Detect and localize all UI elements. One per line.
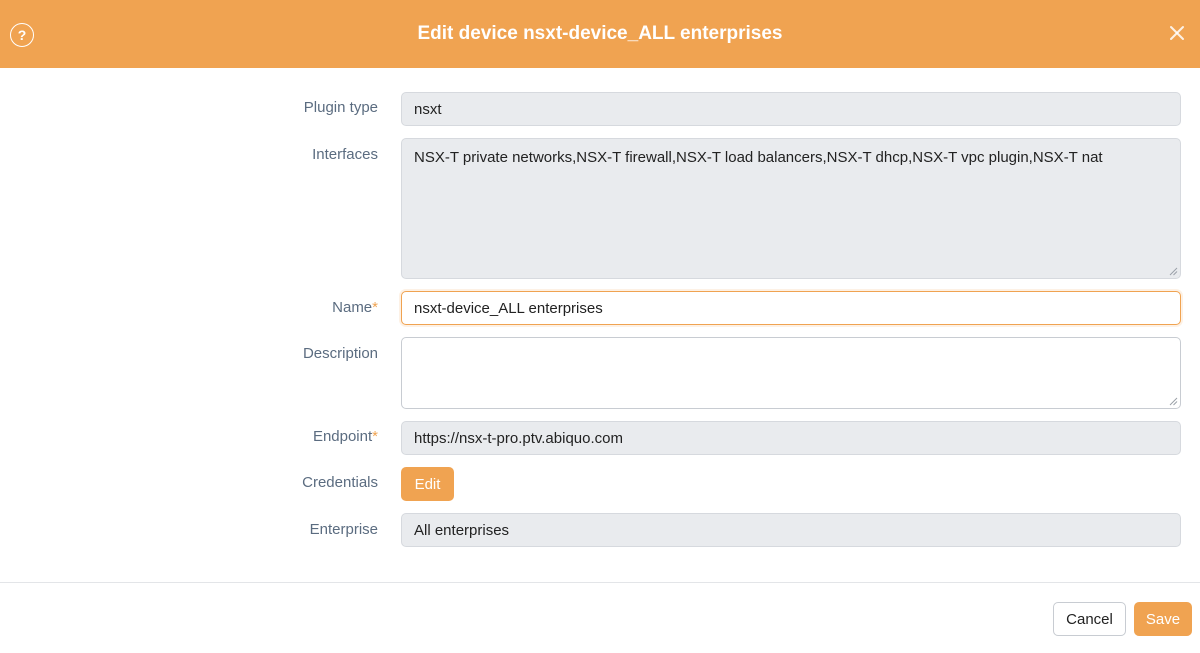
close-icon[interactable] bbox=[1164, 20, 1190, 46]
required-mark: * bbox=[372, 299, 378, 316]
name-label-text: Name bbox=[332, 299, 373, 316]
edit-device-dialog: ? Edit device nsxt-device_ALL enterprise… bbox=[0, 0, 1200, 653]
cancel-button[interactable]: Cancel bbox=[1053, 602, 1126, 636]
plugin-type-value: nsxt bbox=[414, 100, 442, 118]
endpoint-field: https://nsx-t-pro.ptv.abiquo.com bbox=[401, 421, 1181, 455]
enterprise-field: All enterprises bbox=[401, 513, 1181, 547]
credentials-label: Credentials bbox=[302, 474, 378, 491]
required-mark: * bbox=[372, 428, 378, 445]
plugin-type-label: Plugin type bbox=[303, 99, 378, 116]
enterprise-label: Enterprise bbox=[309, 521, 378, 538]
footer-divider bbox=[0, 582, 1200, 583]
interfaces-value: NSX-T private networks,NSX-T firewall,NS… bbox=[414, 149, 1103, 166]
endpoint-label-text: Endpoint bbox=[312, 428, 373, 445]
enterprise-value: All enterprises bbox=[414, 521, 510, 539]
endpoint-label: Endpoint* bbox=[313, 428, 378, 445]
edit-credentials-button[interactable]: Edit bbox=[401, 467, 454, 501]
resize-grip-icon[interactable] bbox=[1168, 266, 1178, 276]
interfaces-textarea[interactable]: NSX-T private networks,NSX-T firewall,NS… bbox=[401, 138, 1181, 279]
plugin-type-field: nsxt bbox=[401, 92, 1181, 126]
dialog-title: Edit device nsxt-device_ALL enterprises bbox=[417, 23, 783, 44]
name-label: Name* bbox=[332, 299, 378, 316]
resize-grip-icon[interactable] bbox=[1168, 396, 1178, 406]
name-input[interactable]: nsxt-device_ALL enterprises bbox=[401, 291, 1181, 325]
interfaces-label: Interfaces bbox=[312, 146, 378, 163]
description-label: Description bbox=[302, 345, 378, 362]
dialog-header: ? Edit device nsxt-device_ALL enterprise… bbox=[0, 0, 1200, 68]
save-button[interactable]: Save bbox=[1134, 602, 1192, 636]
description-textarea[interactable] bbox=[401, 337, 1181, 409]
name-value: nsxt-device_ALL enterprises bbox=[414, 299, 603, 317]
endpoint-value: https://nsx-t-pro.ptv.abiquo.com bbox=[414, 429, 623, 447]
